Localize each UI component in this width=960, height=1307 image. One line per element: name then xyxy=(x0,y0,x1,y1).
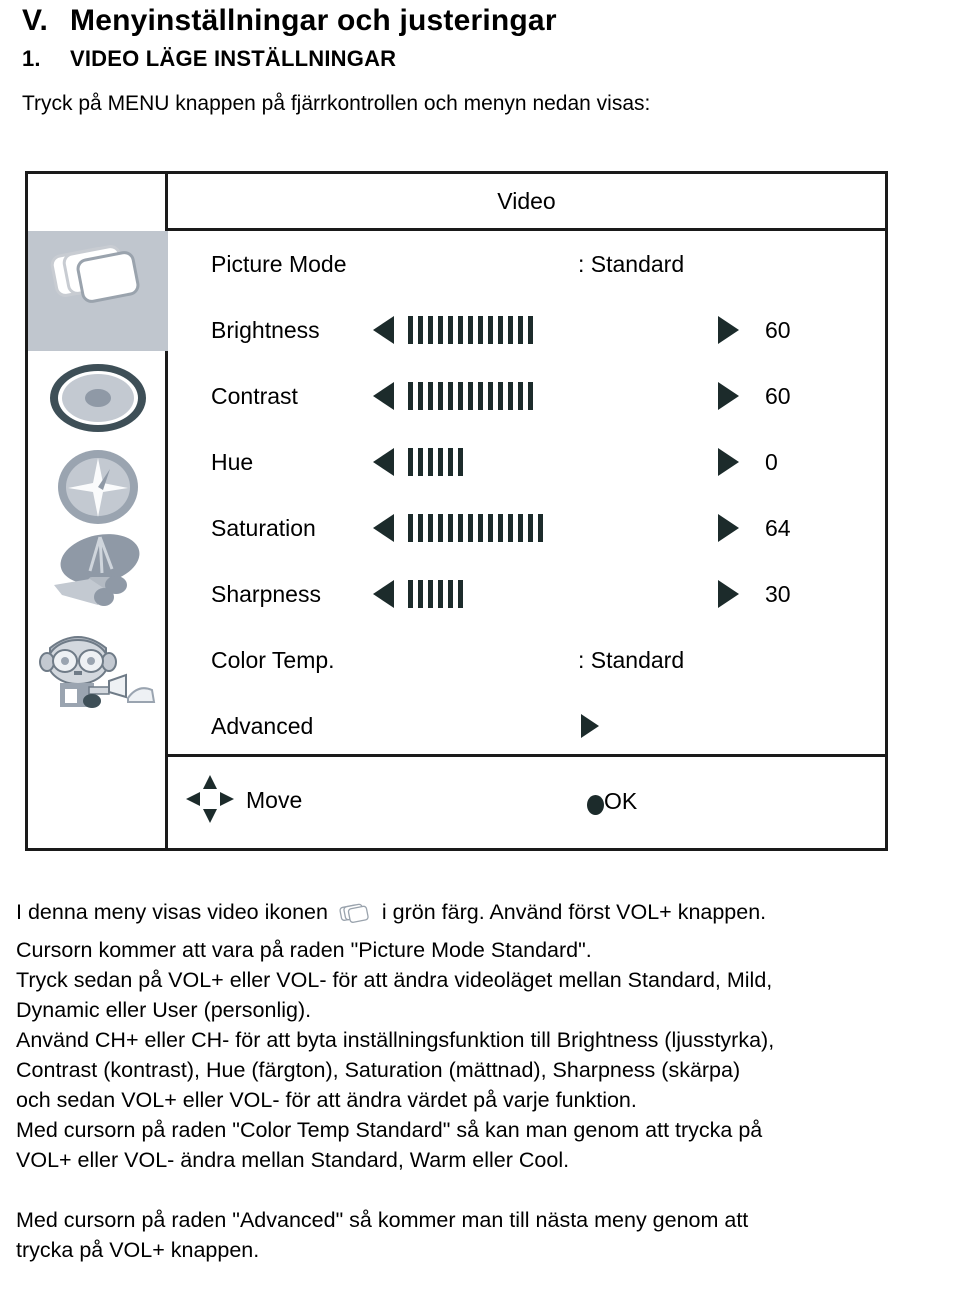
osd-row-label: Hue xyxy=(211,448,254,475)
submenu-arrow-icon[interactable] xyxy=(581,714,599,738)
osd-row[interactable]: Saturation 64 xyxy=(168,495,885,561)
osd-row[interactable]: Sharpness 30 xyxy=(168,561,885,627)
osd-row[interactable]: Picture Mode : Standard xyxy=(168,231,885,297)
increase-arrow-icon[interactable] xyxy=(718,316,739,344)
decrease-arrow-icon[interactable] xyxy=(373,448,394,476)
ok-label: OK xyxy=(604,788,638,814)
ok-dot-icon xyxy=(587,795,604,815)
osd-row-value: 30 xyxy=(765,580,791,607)
section-title-numeral: 1. xyxy=(22,46,41,71)
osd-footer: Move OK xyxy=(168,754,885,848)
increase-arrow-icon[interactable] xyxy=(718,448,739,476)
osd-row[interactable]: Brightness 60 xyxy=(168,297,885,363)
osd-body: Video Picture Mode : Standard Brightness 60… xyxy=(168,174,885,848)
text-line: Med cursorn på raden "Color Temp Standar… xyxy=(16,1118,763,1142)
contrast-disc-icon[interactable] xyxy=(28,361,168,435)
text-line: Dynamic eller User (personlig). xyxy=(16,998,312,1022)
osd-row[interactable]: Hue 0 xyxy=(168,429,885,495)
increase-arrow-icon[interactable] xyxy=(718,580,739,608)
decrease-arrow-icon[interactable] xyxy=(373,316,394,344)
osd-row-label: Saturation xyxy=(211,514,316,541)
osd-row[interactable]: Advanced xyxy=(168,693,885,759)
text-line: VOL+ eller VOL- ändra mellan Standard, W… xyxy=(16,1148,570,1172)
osd-menu-box: Video Picture Mode : Standard Brightness 60… xyxy=(25,171,888,851)
osd-row-label: Picture Mode xyxy=(211,250,347,277)
move-label: Move xyxy=(246,787,303,813)
text-line: trycka på VOL+ knappen. xyxy=(16,1238,260,1262)
osd-row-value: : Standard xyxy=(578,250,685,277)
page-title-numeral: V. xyxy=(22,4,48,37)
text-line: Med cursorn på raden "Advanced" så komme… xyxy=(16,1208,749,1232)
osd-row-value: 60 xyxy=(765,316,791,343)
saturation-dish-icon[interactable] xyxy=(28,531,168,613)
text-line xyxy=(16,1175,956,1205)
increase-arrow-icon[interactable] xyxy=(718,514,739,542)
explanatory-text: I denna meny visas video ikonen i grön f… xyxy=(16,897,956,1265)
page-title: V. Menyinställningar och justeringar xyxy=(22,4,557,38)
section-title-text: VIDEO LÄGE INSTÄLLNINGAR xyxy=(70,46,397,71)
osd-title-bar: Video xyxy=(168,174,885,231)
osd-row-value: : Standard xyxy=(578,646,685,673)
decrease-arrow-icon[interactable] xyxy=(373,382,394,410)
osd-slider-bars[interactable] xyxy=(408,382,533,410)
osd-sidebar xyxy=(28,174,168,848)
osd-row-list: Picture Mode: Standard Brightness 60 Contra… xyxy=(168,231,885,754)
osd-title: Video xyxy=(497,187,556,214)
text-line: Cursorn kommer att vara på raden "Pictur… xyxy=(16,938,592,962)
osd-row-value: 64 xyxy=(765,514,791,541)
picture-mode-icon[interactable] xyxy=(28,236,168,310)
osd-row-value: 0 xyxy=(765,448,778,475)
intro-paragraph: Tryck på MENU knappen på fjärrkontrollen… xyxy=(22,92,651,115)
hue-compass-icon[interactable] xyxy=(28,447,168,527)
osd-row[interactable]: Contrast 60 xyxy=(168,363,885,429)
text-line: I denna meny visas video ikonen i grön f… xyxy=(16,897,956,935)
text-line: Tryck sedan på VOL+ eller VOL- för att ä… xyxy=(16,968,773,992)
text-line: och sedan VOL+ eller VOL- för att ändra … xyxy=(16,1088,637,1112)
osd-row-label: Sharpness xyxy=(211,580,321,607)
decrease-arrow-icon[interactable] xyxy=(373,580,394,608)
osd-row-label: Advanced xyxy=(211,712,314,739)
osd-row-label: Color Temp. xyxy=(211,646,335,673)
osd-row[interactable]: Color Temp. : Standard xyxy=(168,627,885,693)
video-icon xyxy=(338,899,372,935)
osd-slider-bars[interactable] xyxy=(408,580,463,608)
osd-slider-bars[interactable] xyxy=(408,316,533,344)
osd-slider-bars[interactable] xyxy=(408,448,463,476)
decrease-arrow-icon[interactable] xyxy=(373,514,394,542)
move-arrows-icon xyxy=(184,773,236,830)
osd-row-value: 60 xyxy=(765,382,791,409)
page-title-text: Menyinställningar och justeringar xyxy=(70,4,557,37)
section-title: 1. VIDEO LÄGE INSTÄLLNINGAR xyxy=(22,46,396,72)
osd-row-label: Contrast xyxy=(211,382,298,409)
text-line: Contrast (kontrast), Hue (färgton), Satu… xyxy=(16,1058,741,1082)
osd-slider-bars[interactable] xyxy=(408,514,543,542)
osd-row-label: Brightness xyxy=(211,316,320,343)
text-line: Använd CH+ eller CH- för att byta instäl… xyxy=(16,1028,775,1052)
increase-arrow-icon[interactable] xyxy=(718,382,739,410)
sharpness-person-icon[interactable] xyxy=(28,626,168,710)
